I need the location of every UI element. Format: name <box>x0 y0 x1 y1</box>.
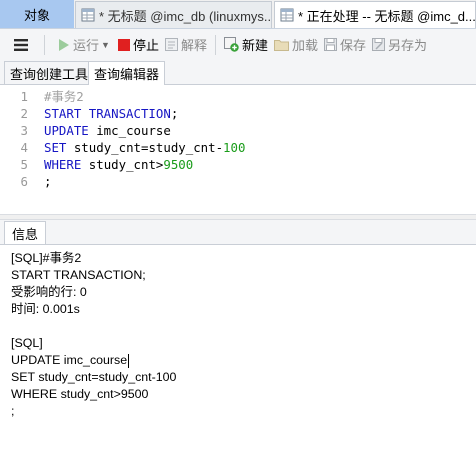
code-token: imc_course <box>88 123 171 138</box>
play-icon <box>59 38 69 51</box>
new-label: 新建 <box>241 38 268 53</box>
editor-line: 2 START TRANSACTION; <box>0 105 476 122</box>
editor-line: 4 SET study_cnt=study_cnt-100 <box>0 139 476 156</box>
code-token: WHERE <box>44 157 82 172</box>
tab-objects[interactable]: 对象 <box>0 0 74 28</box>
code-token: ; <box>44 174 52 189</box>
output-line: [SQL]#事务2 <box>11 251 82 265</box>
toolbar-separator <box>214 34 216 55</box>
explain-icon <box>164 38 178 51</box>
save-as-label: 另存为 <box>388 38 428 53</box>
code-token: START TRANSACTION <box>44 106 171 121</box>
editor-line: 5 WHERE study_cnt>9500 <box>0 156 476 173</box>
output-line: START TRANSACTION; <box>11 268 146 282</box>
output-line: [SQL] <box>11 336 43 350</box>
code-token: UPDATE <box>44 123 89 138</box>
stop-label: 停止 <box>132 38 159 53</box>
code-text: START TRANSACTION; <box>44 105 178 122</box>
table-doc-icon <box>280 8 294 22</box>
result-tabs: 信息 <box>0 220 476 245</box>
text-cursor <box>128 353 130 368</box>
save-disk-icon <box>324 38 337 51</box>
stop-button[interactable]: 停止 <box>115 33 162 57</box>
tab-query-builder[interactable]: 查询创建工具 <box>4 61 95 84</box>
run-button[interactable]: 运行 ▼ <box>50 33 115 57</box>
code-text: SET study_cnt=study_cnt-100 <box>44 139 245 156</box>
output-line: UPDATE imc_course <box>11 353 130 368</box>
query-toolbar: 运行 ▼ 停止 解释 新建 加载 保存 另存为 <box>0 29 476 60</box>
new-query-icon <box>223 37 239 52</box>
document-tab-bar: 对象 * 无标题 @imc_db (linuxmys... * 正在处理 -- … <box>0 0 476 29</box>
hamburger-menu-icon <box>14 38 28 51</box>
tab-info[interactable]: 信息 <box>4 221 47 244</box>
table-doc-icon <box>81 8 95 22</box>
explain-label: 解释 <box>180 38 207 53</box>
code-token: 100 <box>223 140 246 155</box>
menu-button[interactable] <box>0 33 39 57</box>
chevron-down-icon[interactable]: ▼ <box>101 40 110 50</box>
code-text: ; <box>44 173 51 190</box>
tab-untitled-query-label: * 无标题 @imc_db (linuxmys... <box>99 8 271 24</box>
save-button[interactable]: 保存 <box>321 33 369 57</box>
line-number: 2 <box>20 106 28 121</box>
save-as-button[interactable]: 另存为 <box>369 33 430 57</box>
output-line: 时间: 0.001s <box>11 302 80 316</box>
line-number: 4 <box>20 140 28 155</box>
tab-query-editor[interactable]: 查询编辑器 <box>88 61 166 85</box>
line-number: 3 <box>20 123 28 138</box>
code-token: SET <box>44 140 67 155</box>
code-token: ; <box>170 106 179 121</box>
code-text: WHERE study_cnt>9500 <box>44 156 193 173</box>
editor-mode-tabs: 查询创建工具 查询编辑器 <box>0 60 476 85</box>
stop-icon <box>117 38 130 51</box>
line-number: 1 <box>20 89 28 104</box>
folder-icon <box>273 39 289 51</box>
tab-untitled-query[interactable]: * 无标题 @imc_db (linuxmys... <box>75 1 272 28</box>
output-line: SET study_cnt=study_cnt-100 <box>11 370 177 384</box>
save-as-icon <box>372 38 386 51</box>
new-button[interactable]: 新建 <box>221 33 271 57</box>
code-token: 9500 <box>163 157 194 172</box>
tab-processing-query-label: * 正在处理 -- 无标题 @imc_d... <box>298 8 475 24</box>
toolbar-separator <box>44 34 45 55</box>
code-text: #事务2 <box>44 88 84 105</box>
output-line: 受影响的行: 0 <box>11 285 87 299</box>
sql-editor[interactable]: 1 #事务2 2 START TRANSACTION; 3 UPDATE imc_cour… <box>0 86 476 214</box>
tab-processing-query[interactable]: * 正在处理 -- 无标题 @imc_d... <box>274 1 476 28</box>
explain-button[interactable]: 解释 <box>162 33 210 57</box>
load-button[interactable]: 加载 <box>271 33 321 57</box>
line-number: 6 <box>20 174 28 189</box>
info-output-panel[interactable]: [SQL]#事务2 START TRANSACTION; 受影响的行: 0 时间: 0… <box>0 245 476 451</box>
code-token: study_cnt=study_cnt- <box>66 140 224 155</box>
load-label: 加载 <box>291 38 318 53</box>
code-text: UPDATE imc_course <box>44 122 171 139</box>
output-line: ; <box>11 404 15 418</box>
code-token: #事务2 <box>44 89 84 104</box>
editor-line: 3 UPDATE imc_course <box>0 122 476 139</box>
line-number: 5 <box>20 157 28 172</box>
run-label: 运行 <box>73 38 100 53</box>
editor-line: 1 #事务2 <box>0 88 476 105</box>
output-line: WHERE study_cnt>9500 <box>11 387 149 401</box>
code-token: study_cnt> <box>81 157 164 172</box>
editor-line: 6; <box>0 173 476 190</box>
save-label: 保存 <box>340 38 367 53</box>
